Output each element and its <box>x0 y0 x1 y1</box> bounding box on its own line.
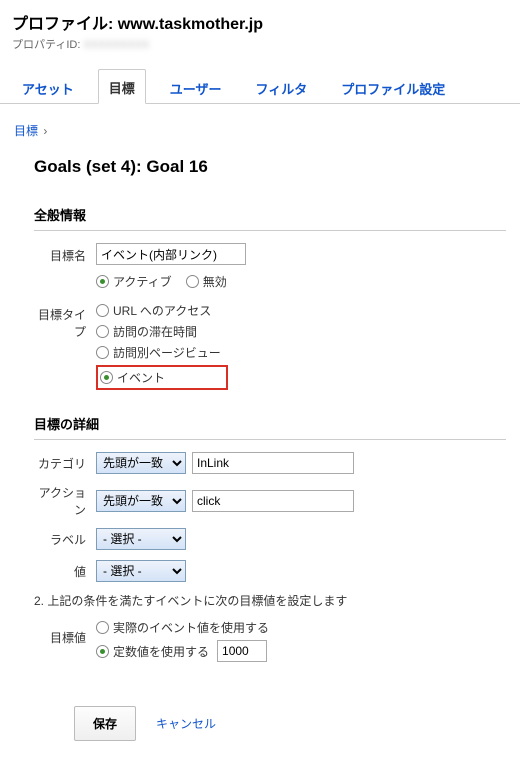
radio-type-duration-label: 訪問の滞在時間 <box>113 323 197 340</box>
radio-use-actual-label: 実際のイベント値を使用する <box>113 619 269 636</box>
radio-use-actual[interactable]: 実際のイベント値を使用する <box>96 619 506 636</box>
value-match-select[interactable]: - 選択 - <box>96 560 186 582</box>
save-button[interactable]: 保存 <box>74 706 136 741</box>
details-title: 目標の詳細 <box>34 414 506 440</box>
tab-profile-settings[interactable]: プロファイル設定 <box>331 71 455 104</box>
radio-type-url-label: URL へのアクセス <box>113 302 211 319</box>
goal-value-label: 目標値 <box>34 619 96 646</box>
radio-disabled[interactable]: 無効 <box>186 273 227 290</box>
action-input[interactable] <box>192 490 354 512</box>
radio-type-duration[interactable]: 訪問の滞在時間 <box>96 323 506 340</box>
radio-icon <box>96 275 109 288</box>
radio-icon <box>96 645 109 658</box>
radio-icon <box>96 325 109 338</box>
radio-type-pageview[interactable]: 訪問別ページビュー <box>96 344 506 361</box>
profile-title: プロファイル: www.taskmother.jp <box>12 10 508 34</box>
radio-type-pageview-label: 訪問別ページビュー <box>113 344 221 361</box>
page-title: Goals (set 4): Goal 16 <box>34 157 506 177</box>
radio-use-fixed-label: 定数値を使用する <box>113 643 209 660</box>
tabs: アセット 目標 ユーザー フィルタ プロファイル設定 <box>0 68 520 104</box>
category-label: カテゴリ <box>34 455 96 472</box>
tab-goal[interactable]: 目標 <box>98 69 146 104</box>
radio-icon <box>96 346 109 359</box>
event-highlight: イベント <box>96 365 228 390</box>
radio-icon <box>186 275 199 288</box>
property-id-value: XXXXXXXXX <box>83 39 149 51</box>
section-general: 全般情報 目標名 アクティブ 無効 <box>34 205 506 390</box>
tab-asset[interactable]: アセット <box>12 71 84 104</box>
radio-disabled-label: 無効 <box>203 273 227 290</box>
breadcrumb-goal[interactable]: 目標 <box>14 124 38 138</box>
section-details: 目標の詳細 カテゴリ 先頭が一致 アクション 先頭が一致 ラベル - 選択 - … <box>34 414 506 666</box>
radio-use-fixed[interactable]: 定数値を使用する <box>96 640 506 662</box>
label-match-select[interactable]: - 選択 - <box>96 528 186 550</box>
property-id-label: プロパティID: <box>12 39 80 51</box>
step2-text: 2. 上記の条件を満たすイベントに次の目標値を設定します <box>34 592 506 609</box>
radio-active[interactable]: アクティブ <box>96 273 172 290</box>
goal-name-input[interactable] <box>96 243 246 265</box>
profile-value: www.taskmother.jp <box>118 16 263 33</box>
radio-icon <box>96 304 109 317</box>
radio-active-label: アクティブ <box>113 273 172 290</box>
radio-icon <box>96 621 109 634</box>
category-match-select[interactable]: 先頭が一致 <box>96 452 186 474</box>
radio-type-event[interactable]: イベント <box>100 369 165 386</box>
category-input[interactable] <box>192 452 354 474</box>
value-label: 値 <box>34 563 96 580</box>
tab-filter[interactable]: フィルタ <box>246 71 318 104</box>
radio-type-event-label: イベント <box>117 369 165 386</box>
property-id: プロパティID: XXXXXXXXX <box>12 36 508 52</box>
action-label: アクション <box>34 484 96 518</box>
radio-type-url[interactable]: URL へのアクセス <box>96 302 506 319</box>
goal-name-label: 目標名 <box>34 243 96 264</box>
action-match-select[interactable]: 先頭が一致 <box>96 490 186 512</box>
cancel-link[interactable]: キャンセル <box>156 715 216 732</box>
breadcrumb: 目標 › <box>14 122 506 139</box>
tab-user[interactable]: ユーザー <box>160 71 232 104</box>
general-title: 全般情報 <box>34 205 506 231</box>
label-label: ラベル <box>34 531 96 548</box>
profile-label: プロファイル: <box>12 16 113 33</box>
goal-type-label: 目標タイプ <box>34 302 96 340</box>
fixed-value-input[interactable] <box>217 640 267 662</box>
breadcrumb-sep: › <box>43 124 47 138</box>
radio-icon <box>100 371 113 384</box>
